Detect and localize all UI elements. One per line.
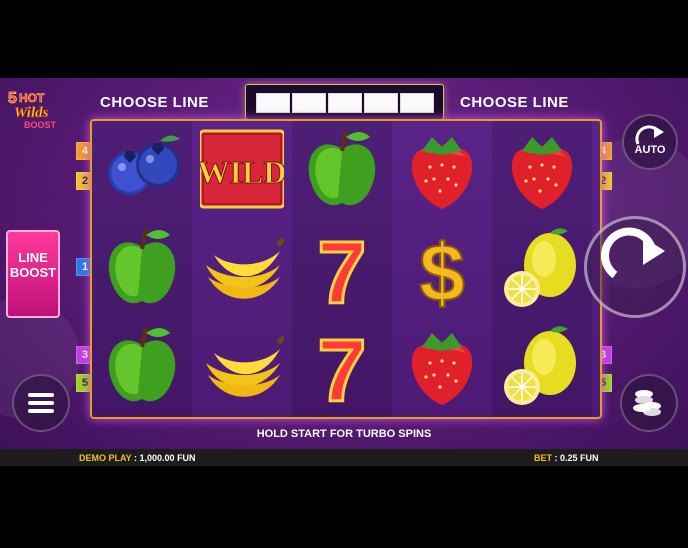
svg-text:$: $ xyxy=(419,228,465,311)
reel-column xyxy=(92,121,192,417)
line-option[interactable] xyxy=(328,93,362,113)
line-boost-button[interactable]: LINE BOOST xyxy=(6,230,60,318)
symbol-wild: WILD xyxy=(192,121,292,219)
symbol-apple xyxy=(92,317,192,415)
symbol-strawberry xyxy=(492,121,592,219)
demo-play-label: DEMO PLAY xyxy=(79,453,132,463)
bet-button[interactable] xyxy=(620,374,678,432)
symbol-apple xyxy=(292,121,392,219)
line-boost-label: BOOST xyxy=(9,265,57,280)
symbol-seven: 7 xyxy=(292,219,392,317)
reel-column: 7 7 xyxy=(292,121,392,417)
svg-text:7: 7 xyxy=(318,323,367,409)
bet-value: : 0.25 FUN xyxy=(554,453,599,463)
menu-button[interactable] xyxy=(12,374,70,432)
symbol-strawberry xyxy=(392,121,492,219)
turbo-hint: HOLD START FOR TURBO SPINS xyxy=(256,428,432,440)
reel-grid: WILD 7 7 $ xyxy=(90,119,602,419)
symbol-seven: 7 xyxy=(292,317,392,415)
spin-button[interactable] xyxy=(584,216,686,318)
svg-text:HOT: HOT xyxy=(19,91,45,105)
line-option[interactable] xyxy=(292,93,326,113)
line-option[interactable] xyxy=(256,93,290,113)
autoplay-button[interactable]: AUTO xyxy=(622,114,678,170)
line-option[interactable] xyxy=(400,93,434,113)
svg-text:BOOST: BOOST xyxy=(24,120,57,130)
line-boost-label: LINE xyxy=(18,250,48,265)
reel-column xyxy=(492,121,592,417)
reel-column: WILD xyxy=(192,121,292,417)
menu-icon xyxy=(28,393,54,413)
coin-stack-icon xyxy=(633,390,661,416)
choose-line-label-left: CHOOSE LINE xyxy=(100,94,209,111)
svg-text:Wilds: Wilds xyxy=(14,105,49,121)
symbol-banana xyxy=(192,317,292,415)
auto-label: AUTO xyxy=(634,144,666,156)
reel-column: $ xyxy=(392,121,492,417)
symbol-lemon xyxy=(492,219,592,317)
svg-text:7: 7 xyxy=(318,225,367,311)
symbol-lemon xyxy=(492,317,592,415)
symbol-dollar: $ xyxy=(392,219,492,317)
spin-icon xyxy=(601,227,665,279)
bet-label: BET xyxy=(534,453,552,463)
game-area: 5 HOT Wilds BOOST CHOOSE LINE CHOOSE LIN… xyxy=(0,78,688,466)
choose-line-label-right: CHOOSE LINE xyxy=(460,94,569,111)
symbol-blueberry xyxy=(92,121,192,219)
game-logo: 5 HOT Wilds BOOST xyxy=(6,86,68,134)
status-bar: DEMO PLAY : 1,000.00 FUN BET : 0.25 FUN xyxy=(0,449,688,466)
symbol-banana xyxy=(192,219,292,317)
wild-text: WILD xyxy=(200,154,284,190)
demo-balance: DEMO PLAY : 1,000.00 FUN xyxy=(79,453,196,463)
symbol-strawberry xyxy=(392,317,492,415)
line-selector[interactable] xyxy=(245,84,444,120)
line-option[interactable] xyxy=(364,93,398,113)
autoplay-arrow-icon xyxy=(635,125,664,145)
symbol-apple xyxy=(92,219,192,317)
bet-display: BET : 0.25 FUN xyxy=(534,453,599,463)
demo-balance-value: : 1,000.00 FUN xyxy=(134,453,196,463)
